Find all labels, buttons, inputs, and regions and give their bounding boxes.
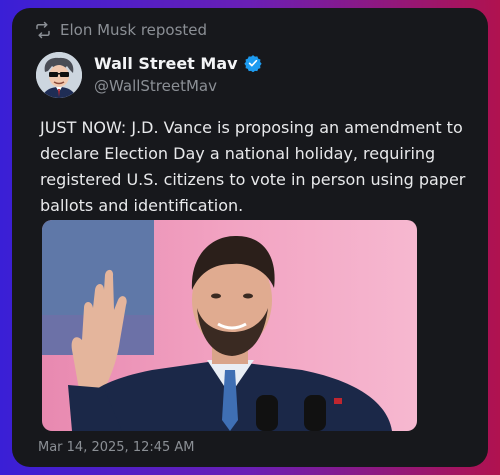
avatar[interactable] [36, 52, 82, 98]
post-text: JUST NOW: J.D. Vance is proposing an ame… [40, 118, 466, 215]
repost-label: Elon Musk reposted [60, 21, 208, 39]
repost-icon [36, 21, 50, 39]
author-handle[interactable]: @WallStreetMav [94, 77, 217, 95]
repost-indicator[interactable]: Elon Musk reposted [34, 20, 207, 40]
verified-badge-icon [243, 55, 262, 72]
author-name[interactable]: Wall Street Mav [94, 54, 238, 73]
post-card: Elon Musk reposted Wall Street Mav @Wall… [12, 8, 488, 467]
post-timestamp[interactable]: Mar 14, 2025, 12:45 AM [38, 440, 195, 455]
author-row: Wall Street Mav [94, 52, 262, 74]
post-image[interactable] [42, 220, 417, 431]
